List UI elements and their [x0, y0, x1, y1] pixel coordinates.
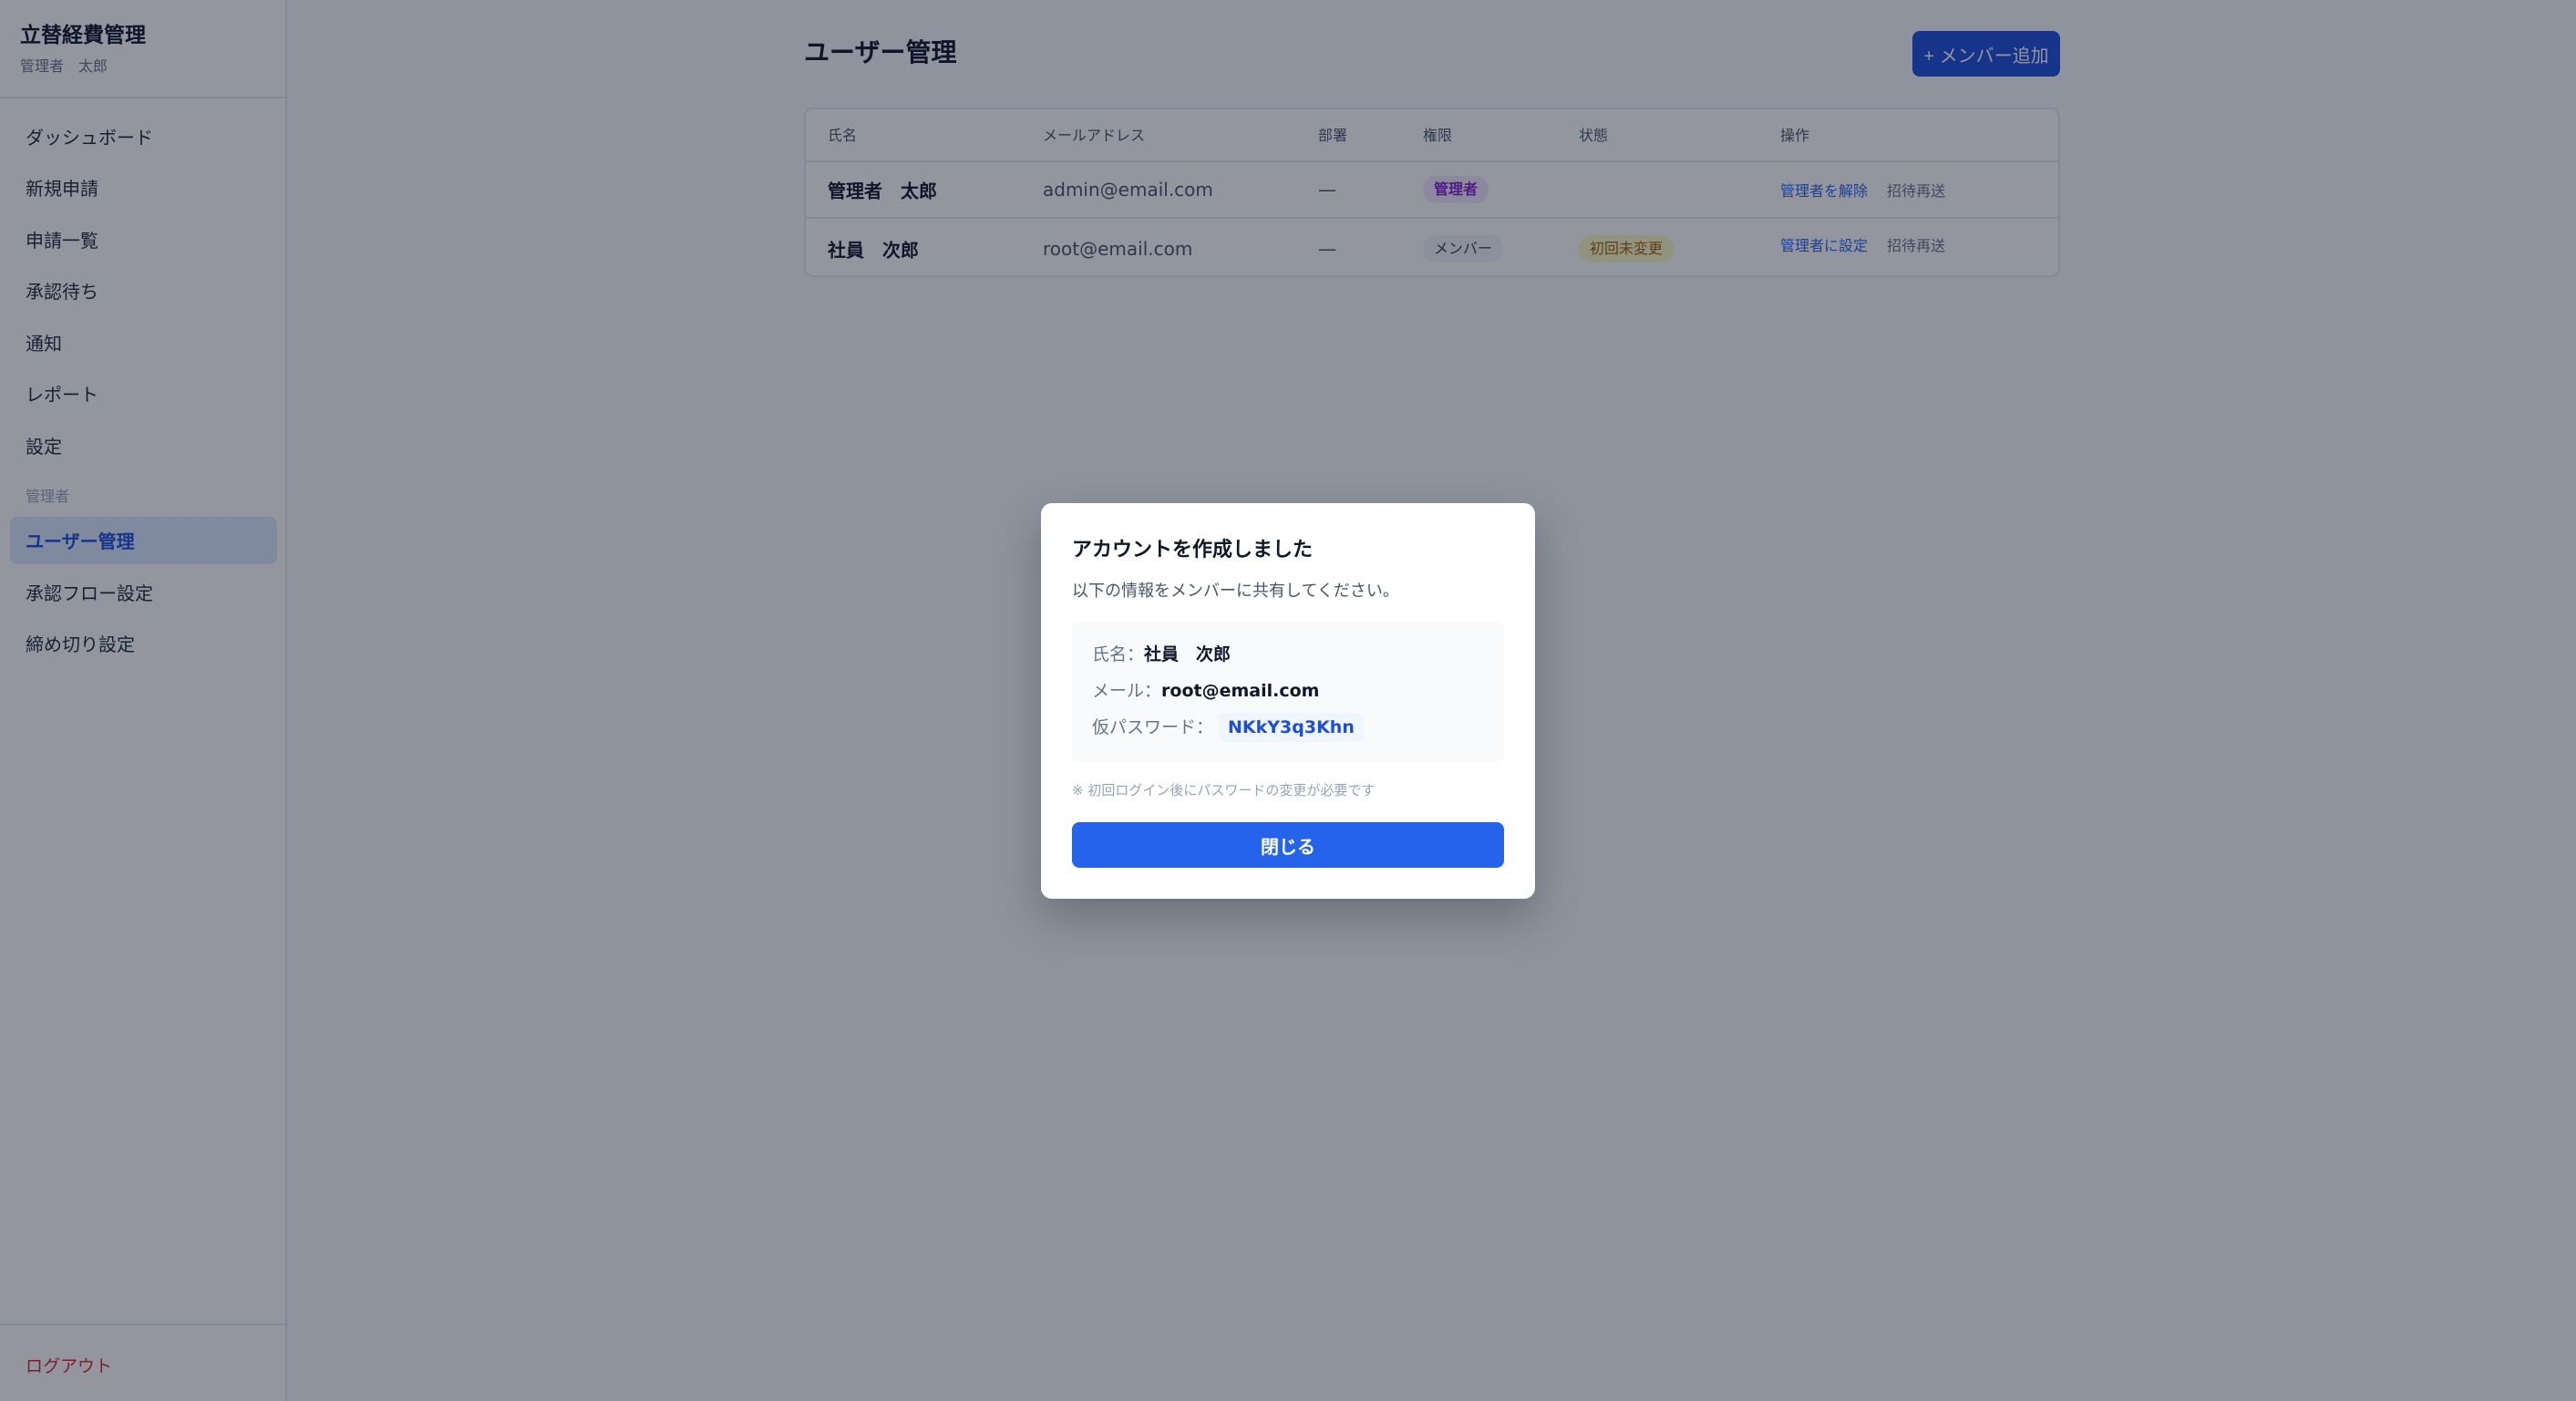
- account-password-line: 仮パスワード： NKkY3q3Khn: [1092, 713, 1364, 742]
- account-created-dialog: アカウントを作成しました 以下の情報をメンバーに共有してください。 氏名：社員 …: [1041, 503, 1535, 899]
- account-info-box: 氏名：社員 次郎 メール：root@email.com 仮パスワード： NKkY3…: [1072, 622, 1504, 762]
- dialog-title: アカウントを作成しました: [1072, 539, 1314, 561]
- account-email-line: メール：root@email.com: [1092, 678, 1319, 704]
- password-change-note: ※ 初回ログイン後にパスワードの変更が必要です: [1072, 782, 1376, 798]
- temporary-password[interactable]: NKkY3q3Khn: [1219, 713, 1364, 742]
- account-name-line: 氏名：社員 次郎: [1092, 642, 1231, 667]
- name-label: 氏名：: [1092, 644, 1145, 664]
- name-value: 社員 次郎: [1144, 644, 1231, 664]
- dialog-description: 以下の情報をメンバーに共有してください。: [1072, 582, 1399, 601]
- password-label: 仮パスワード：: [1092, 717, 1214, 737]
- email-label: メール：: [1092, 681, 1162, 701]
- email-value: root@email.com: [1161, 681, 1320, 701]
- close-button[interactable]: 閉じる: [1072, 822, 1504, 868]
